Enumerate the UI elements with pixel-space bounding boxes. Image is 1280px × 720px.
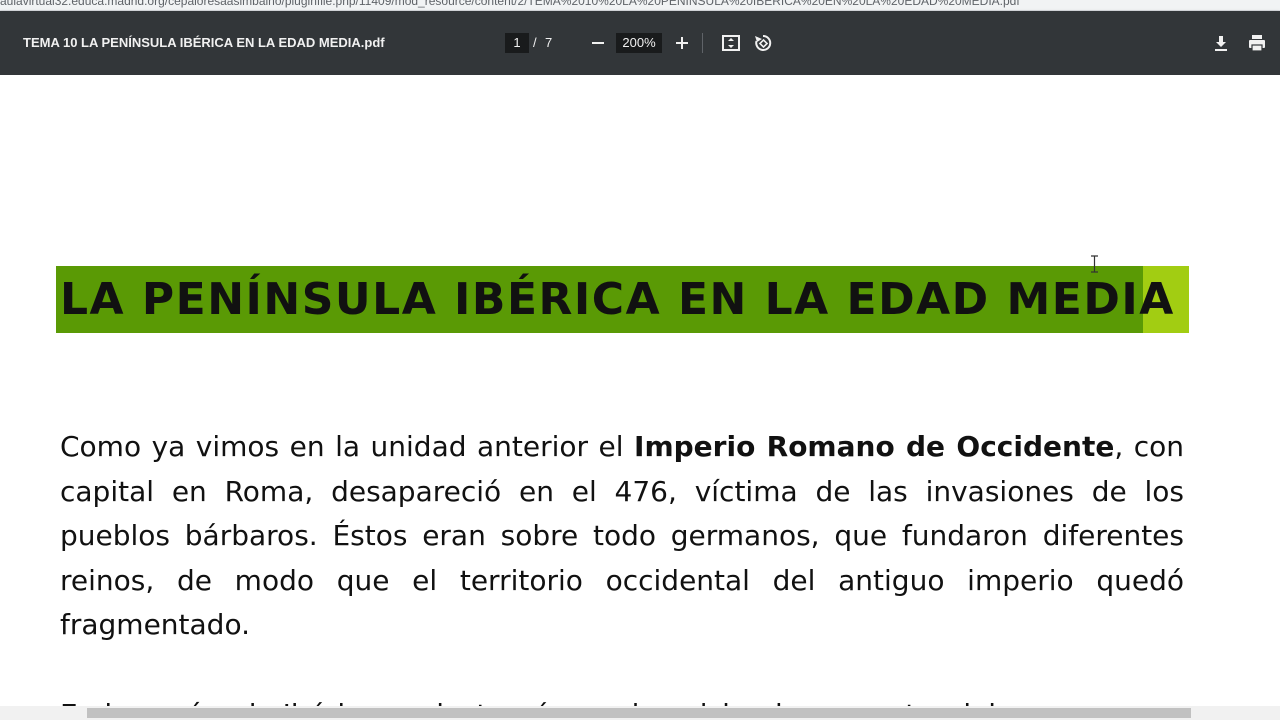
zoom-in-button[interactable] bbox=[670, 31, 694, 55]
document-title: TEMA 10 LA PENÍNSULA IBÉRICA EN LA EDAD … bbox=[23, 35, 385, 50]
document-heading: LA PENÍNSULA IBÉRICA EN LA EDAD MEDIA bbox=[60, 274, 1175, 325]
page-separator: / bbox=[533, 35, 537, 50]
print-button[interactable] bbox=[1245, 31, 1269, 55]
horizontal-scrollbar[interactable] bbox=[0, 706, 1280, 720]
minus-icon bbox=[592, 42, 604, 44]
paragraph-bold-text: Imperio Romano de Occidente bbox=[634, 430, 1115, 463]
page-number-input[interactable]: 1 bbox=[505, 33, 529, 53]
zoom-out-button[interactable] bbox=[586, 31, 610, 55]
address-bar[interactable]: aulavirtual32.educa.madrid.org/cepalores… bbox=[0, 0, 1280, 11]
text-cursor-icon bbox=[1091, 255, 1098, 273]
page-total: 7 bbox=[545, 35, 553, 50]
pdf-toolbar: TEMA 10 LA PENÍNSULA IBÉRICA EN LA EDAD … bbox=[0, 11, 1280, 75]
pdf-viewport[interactable]: LA PENÍNSULA IBÉRICA EN LA EDAD MEDIA Co… bbox=[0, 75, 1280, 720]
download-button[interactable] bbox=[1209, 31, 1233, 55]
url-text: aulavirtual32.educa.madrid.org/cepalores… bbox=[0, 0, 1020, 8]
plus-icon bbox=[676, 37, 688, 49]
toolbar-divider bbox=[702, 33, 703, 53]
fit-page-icon bbox=[722, 35, 740, 51]
rotate-button[interactable] bbox=[751, 31, 775, 55]
document-paragraph: Como ya vimos en la unidad anterior el I… bbox=[60, 425, 1184, 648]
print-icon bbox=[1249, 35, 1265, 52]
zoom-level-input[interactable]: 200% bbox=[616, 33, 662, 53]
fit-page-button[interactable] bbox=[719, 31, 743, 55]
download-icon bbox=[1215, 36, 1227, 51]
scrollbar-thumb[interactable] bbox=[87, 708, 1191, 718]
paragraph-text-start: Como ya vimos en la unidad anterior el bbox=[60, 430, 635, 463]
rotate-icon bbox=[755, 34, 772, 51]
